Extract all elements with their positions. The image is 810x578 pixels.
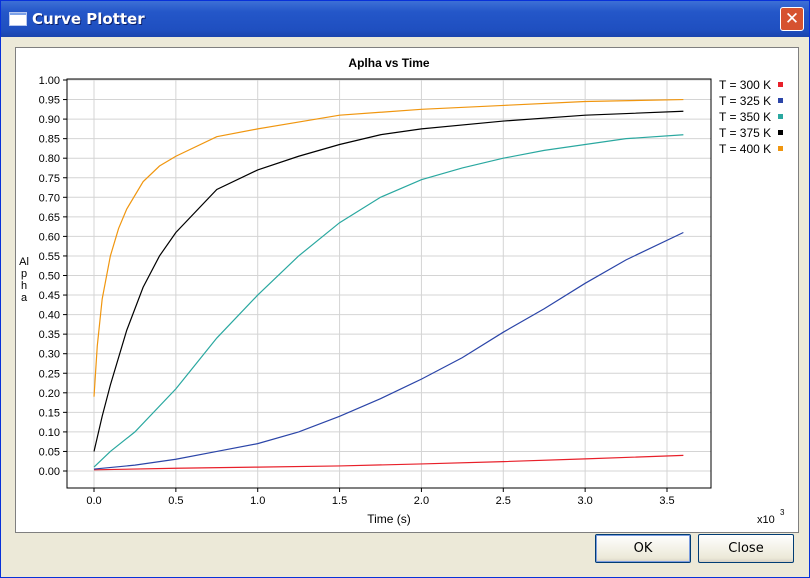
chart-title: Aplha vs Time [348,56,429,70]
y-tick-label: 1.00 [39,75,60,87]
x-axis-label: Time (s) [367,512,411,526]
x-tick-label: 2.0 [414,495,429,507]
series-line-5 [93,98,684,397]
alpha-vs-time-chart: 0.00 0.05 0.10 0.15 0.20 0.25 0.30 0.35 0.40 0.45… [39,56,785,526]
series-line-2 [93,231,684,470]
y-tick-label: 0.40 [39,310,60,322]
y-tick-label: 0.15 [39,407,60,419]
legend-label: T = 300 K [719,78,771,92]
y-tick-label: 0.25 [39,368,60,380]
y-tick-label: 0.85 [39,134,60,146]
x-tick-label: 1.0 [250,495,265,507]
legend-label: T = 325 K [719,94,771,108]
y-tick-label: 0.30 [39,349,60,361]
y-tick-label: 0.55 [39,251,60,263]
x-tick-label: 2.5 [496,495,511,507]
y-tick-label: 0.65 [39,212,60,224]
legend-label: T = 375 K [719,126,771,140]
x-tick-label: 1.5 [332,495,347,507]
legend-swatch [778,82,783,87]
legend-swatch [778,130,783,135]
series-line-4 [93,110,684,452]
y-tick-label: 0.20 [39,388,60,400]
y-tick-label: 0.75 [39,173,60,185]
x-tick-label: 0.0 [86,495,101,507]
y-axis-label: Alpha [19,256,29,304]
x-tick-label: 0.5 [168,495,183,507]
x-multiplier-exponent: 3 [780,508,785,517]
x-tick-label: 3.0 [577,495,592,507]
legend-label: T = 350 K [719,110,771,124]
y-tick-label: 0.35 [39,329,60,341]
y-tick-label: 0.70 [39,192,60,204]
legend-swatch [778,98,783,103]
legend-swatch [778,114,783,119]
y-tick-label: 0.45 [39,290,60,302]
legend-swatch [778,146,783,151]
y-tick-label: 0.90 [39,114,60,126]
legend-label: T = 400 K [719,142,771,156]
series-line-3 [93,134,684,468]
y-tick-label: 0.95 [39,95,60,107]
y-tick-label: 0.00 [39,466,60,478]
y-tick-label: 0.80 [39,153,60,165]
x-multiplier: x10 [757,514,775,526]
x-tick-label: 3.5 [659,495,674,507]
y-tick-label: 0.60 [39,231,60,243]
y-tick-label: 0.10 [39,427,60,439]
y-tick-label: 0.50 [39,271,60,283]
y-tick-label: 0.05 [39,446,60,458]
